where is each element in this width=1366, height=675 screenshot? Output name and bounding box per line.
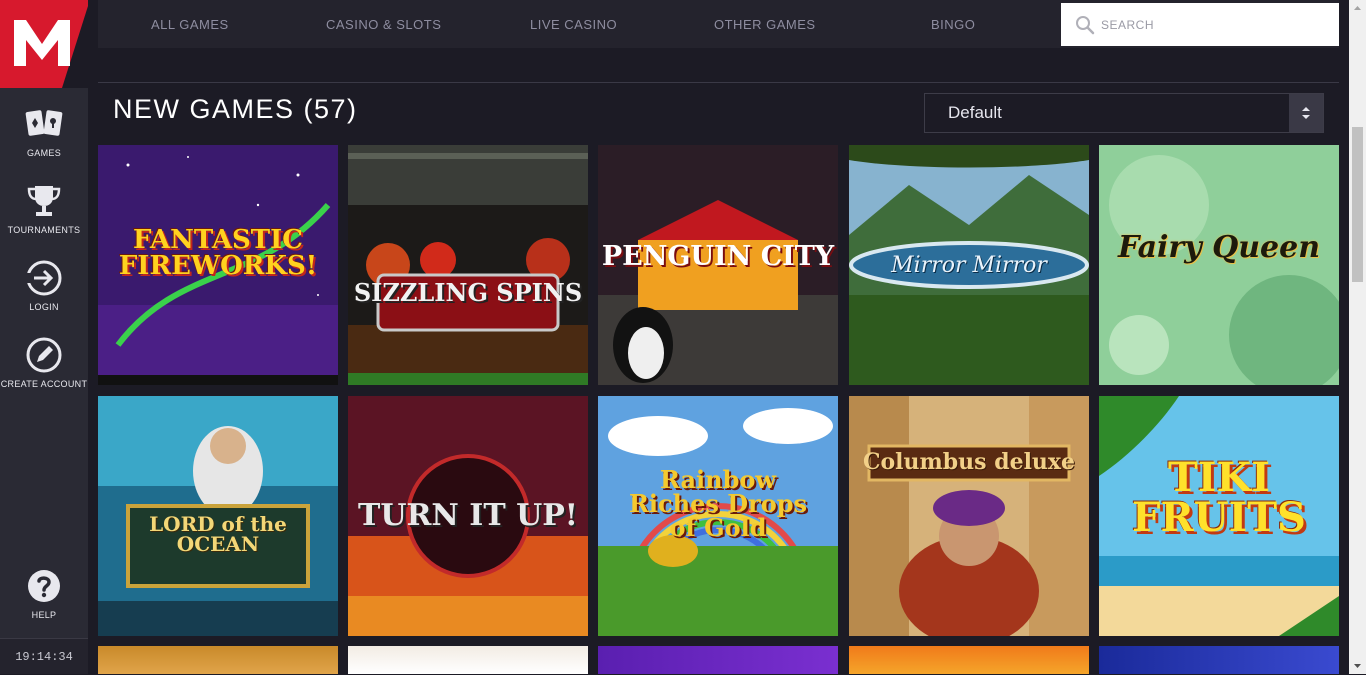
- game-title: Rainbow Riches Drops of Gold: [628, 465, 808, 542]
- game-artwork-columbus-deluxe: [849, 396, 1089, 636]
- game-title: TURN IT UP!: [358, 498, 578, 533]
- tab-live-casino[interactable]: LIVE CASINO: [530, 0, 617, 48]
- search-box[interactable]: [1061, 3, 1339, 46]
- sidebar: GAMES TOURNAMENTS LOGIN CREATE ACCOUNT H…: [0, 0, 88, 674]
- sort-dropdown[interactable]: Default: [924, 93, 1324, 133]
- tab-all-games[interactable]: ALL GAMES: [151, 0, 229, 48]
- login-icon: [26, 260, 62, 296]
- game-title: FANTASTIC FIREWORKS!: [118, 225, 318, 281]
- divider: [98, 82, 1339, 83]
- game-artwork-sizzling-spins: [348, 145, 588, 385]
- game-artwork-fairy-queen: [1099, 145, 1339, 385]
- game-tile[interactable]: TURN IT UP!: [348, 396, 588, 636]
- game-title: Mirror Mirror: [891, 253, 1047, 278]
- game-tile[interactable]: [98, 646, 338, 674]
- game-title: Fairy Queen: [1117, 230, 1321, 265]
- scroll-up-icon[interactable]: [1349, 0, 1366, 17]
- tab-bingo[interactable]: BINGO: [931, 0, 975, 48]
- sidebar-item-label: LOGIN: [29, 302, 59, 312]
- sidebar-item-create-account[interactable]: CREATE ACCOUNT: [0, 335, 88, 407]
- search-input[interactable]: [1101, 3, 1331, 46]
- scrollbar[interactable]: [1349, 0, 1366, 674]
- game-tile[interactable]: TIKI FRUITS: [1099, 396, 1339, 636]
- help-icon: [28, 570, 60, 602]
- scroll-down-icon[interactable]: [1349, 657, 1366, 674]
- select-arrows-icon: [1289, 94, 1323, 132]
- sidebar-item-label: CREATE ACCOUNT: [0, 379, 88, 389]
- tab-casino-slots[interactable]: CASINO & SLOTS: [326, 0, 441, 48]
- game-title: TIKI FRUITS: [1132, 454, 1306, 541]
- sidebar-item-label: HELP: [31, 610, 57, 620]
- edit-icon: [26, 337, 62, 373]
- logo-m-icon: [0, 0, 88, 88]
- game-tile[interactable]: [1099, 646, 1339, 674]
- sort-selected-value: Default: [948, 103, 1002, 122]
- sidebar-item-label: GAMES: [26, 148, 61, 158]
- game-tile[interactable]: PENGUIN CITY: [598, 145, 838, 385]
- game-tile[interactable]: LORD of the OCEAN: [98, 396, 338, 636]
- sidebar-item-label: TOURNAMENTS: [7, 225, 81, 235]
- game-title: SIZZLING SPINS: [353, 278, 583, 307]
- sidebar-item-login[interactable]: LOGIN: [0, 258, 88, 330]
- game-tile[interactable]: [598, 646, 838, 674]
- sidebar-item-tournaments[interactable]: TOURNAMENTS: [0, 181, 88, 253]
- game-tile[interactable]: Columbus deluxe: [849, 396, 1089, 636]
- game-tile[interactable]: Fairy Queen: [1099, 145, 1339, 385]
- scroll-thumb[interactable]: [1352, 127, 1363, 282]
- clock: 19:14:34: [0, 638, 88, 674]
- game-title: Columbus deluxe: [862, 449, 1076, 475]
- game-title: PENGUIN CITY: [601, 241, 835, 272]
- search-icon: [1076, 16, 1095, 35]
- game-tile[interactable]: [348, 646, 588, 674]
- game-title: LORD of the OCEAN: [149, 512, 287, 556]
- sidebar-item-help[interactable]: HELP: [0, 566, 88, 638]
- tab-other-games[interactable]: OTHER GAMES: [714, 0, 816, 48]
- game-tile[interactable]: Mirror Mirror: [849, 145, 1089, 385]
- brand-logo[interactable]: [0, 0, 88, 88]
- game-tile[interactable]: SIZZLING SPINS: [348, 145, 588, 385]
- game-tile[interactable]: FANTASTIC FIREWORKS!: [98, 145, 338, 385]
- game-tile[interactable]: Rainbow Riches Drops of Gold: [598, 396, 838, 636]
- cards-icon: [25, 110, 63, 136]
- game-tile[interactable]: [849, 646, 1089, 674]
- trophy-icon: [27, 186, 61, 216]
- page-title: NEW GAMES (57): [113, 94, 358, 124]
- sidebar-item-games[interactable]: GAMES: [0, 104, 88, 176]
